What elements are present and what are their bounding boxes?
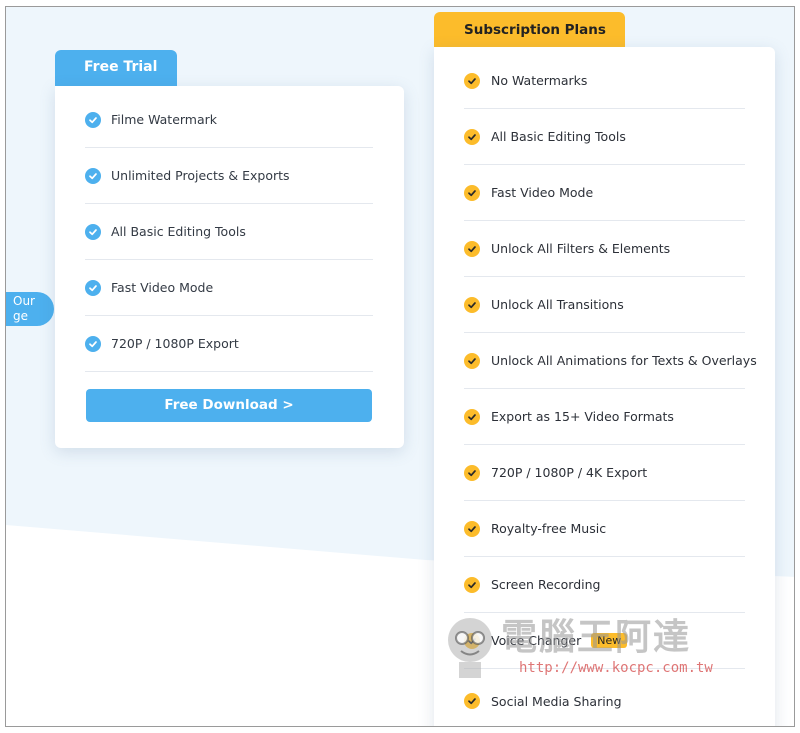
subscription-feature-row: Export as 15+ Video Formats — [464, 389, 745, 445]
subscription-feature-label: Unlock All Animations for Texts & Overla… — [491, 353, 757, 368]
check-circle-icon — [464, 632, 480, 649]
subscription-feature-label: 720P / 1080P / 4K Export — [491, 465, 648, 480]
subscription-feature-row: Screen Recording — [464, 557, 745, 613]
new-badge: New — [591, 633, 628, 648]
free-feature-label: All Basic Editing Tools — [111, 224, 246, 239]
free-trial-card: Filme Watermark Unlimited Projects & Exp… — [55, 86, 404, 448]
subscription-feature-row: Social Media Sharing — [464, 673, 745, 726]
check-circle-icon — [464, 128, 480, 145]
check-circle-icon — [85, 111, 101, 128]
free-download-button[interactable]: Free Download > — [86, 389, 372, 422]
check-circle-icon — [464, 576, 480, 593]
free-feature-row: Fast Video Mode — [85, 260, 373, 316]
check-circle-icon — [464, 72, 480, 89]
check-circle-icon — [85, 335, 101, 352]
screenshot-frame: Our ge Free Trial Filme Watermark Unlimi… — [5, 6, 795, 727]
subscription-feature-row: No Watermarks — [464, 53, 745, 109]
free-feature-label: Fast Video Mode — [111, 280, 214, 295]
subscription-feature-row: Unlock All Transitions — [464, 277, 745, 333]
check-circle-icon — [85, 167, 101, 184]
check-circle-icon — [85, 223, 101, 240]
check-circle-icon — [464, 240, 480, 257]
subscription-feature-row: Voice Changer New — [464, 613, 745, 669]
subscription-feature-label: All Basic Editing Tools — [491, 129, 626, 144]
free-feature-row: Filme Watermark — [85, 92, 373, 148]
subscription-feature-label: No Watermarks — [491, 73, 588, 88]
subscription-feature-row: 720P / 1080P / 4K Export — [464, 445, 745, 501]
subscription-feature-row: Royalty-free Music — [464, 501, 745, 557]
subscription-feature-row: Unlock All Animations for Texts & Overla… — [464, 333, 757, 389]
subscription-feature-label: Royalty-free Music — [491, 521, 607, 536]
subscription-plans-card: No Watermarks All Basic Editing Tools Fa… — [434, 47, 775, 726]
free-feature-label: Filme Watermark — [111, 112, 218, 127]
subscription-feature-row: Unlock All Filters & Elements — [464, 221, 745, 277]
subscription-feature-label: Unlock All Filters & Elements — [491, 241, 671, 256]
free-trial-tab: Free Trial — [55, 50, 177, 88]
side-tab-line2: ge — [13, 309, 28, 323]
subscription-plans-tab: Subscription Plans — [434, 12, 625, 50]
free-feature-label: 720P / 1080P Export — [111, 336, 239, 351]
side-tab-pill[interactable]: Our ge — [6, 292, 54, 326]
check-circle-icon — [464, 520, 480, 537]
subscription-feature-row: All Basic Editing Tools — [464, 109, 745, 165]
free-feature-row: 720P / 1080P Export — [85, 316, 373, 372]
check-circle-icon — [464, 464, 480, 481]
subscription-feature-label: Unlock All Transitions — [491, 297, 624, 312]
free-feature-row: Unlimited Projects & Exports — [85, 148, 373, 204]
check-circle-icon — [85, 279, 101, 296]
subscription-feature-row: Fast Video Mode — [464, 165, 745, 221]
free-feature-row: All Basic Editing Tools — [85, 204, 373, 260]
subscription-feature-label: Social Media Sharing — [491, 693, 622, 709]
side-tab-line1: Our — [13, 294, 35, 308]
subscription-feature-label: Export as 15+ Video Formats — [491, 409, 674, 424]
subscription-feature-label: Voice Changer — [491, 633, 582, 648]
check-circle-icon — [464, 408, 480, 425]
check-circle-icon — [464, 296, 480, 313]
check-circle-icon — [464, 184, 480, 201]
subscription-feature-label: Screen Recording — [491, 577, 601, 592]
subscription-feature-label: Fast Video Mode — [491, 185, 594, 200]
check-circle-icon — [464, 352, 480, 369]
free-feature-label: Unlimited Projects & Exports — [111, 168, 290, 183]
check-circle-icon — [464, 693, 480, 709]
